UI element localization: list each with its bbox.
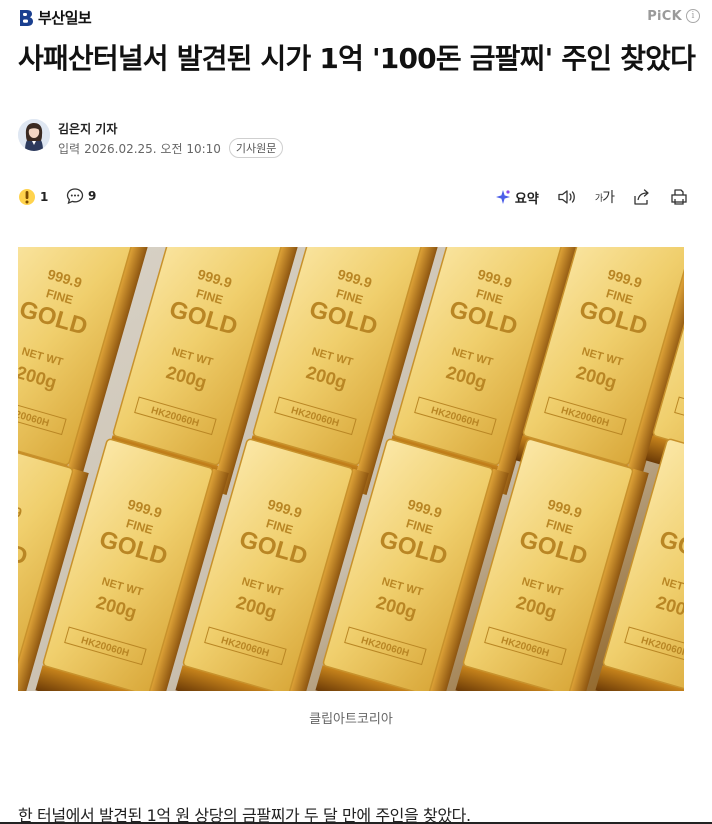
summary-button[interactable]: 요약 bbox=[495, 185, 539, 209]
article-tools: 요약 가가 bbox=[495, 185, 688, 209]
dateline: 입력 2026.02.25. 오전 10:10 기사원문 bbox=[58, 138, 284, 158]
reporter-name[interactable]: 김은지 기자 bbox=[58, 120, 117, 137]
speaker-icon bbox=[558, 190, 575, 204]
press-name: 부산일보 bbox=[38, 9, 92, 27]
comment-count: 9 bbox=[88, 189, 97, 203]
gold-bars-image: 999.9FINEGOLDNET WT200gHK20060H999.9FINE… bbox=[18, 247, 684, 691]
avatar-image bbox=[18, 119, 50, 151]
reaction-count: 1 bbox=[40, 190, 49, 204]
ai-summary-icon bbox=[495, 190, 510, 204]
share-button[interactable] bbox=[632, 185, 652, 209]
reaction-button[interactable]: 1 bbox=[18, 187, 48, 207]
print-button[interactable] bbox=[670, 185, 688, 209]
original-article-button[interactable]: 기사원문 bbox=[228, 138, 284, 158]
share-icon bbox=[634, 189, 649, 205]
comment-icon bbox=[66, 188, 84, 205]
article-title: 사패산터널서 발견된 시가 1억 '100돈 금팔찌' 주인 찾았다 bbox=[18, 42, 696, 75]
exclamation-reaction-icon bbox=[19, 189, 35, 205]
font-size-large-glyph: 가 bbox=[602, 190, 615, 206]
press-logo[interactable]: 부산일보 bbox=[18, 7, 92, 28]
gold-bar-group: 999.9FINEGOLDNET WT200gHK20060H999.9FINE… bbox=[18, 247, 684, 691]
comment-button[interactable]: 9 bbox=[66, 187, 96, 205]
info-icon[interactable]: i bbox=[686, 9, 700, 23]
font-size-small-glyph: 가 bbox=[594, 193, 603, 204]
press-logo-icon bbox=[20, 9, 33, 26]
pick-label[interactable]: PiCK bbox=[647, 9, 682, 24]
photo-caption: 클립아트코리아 bbox=[309, 712, 393, 727]
action-bar: 1 9 요약 가가 bbox=[18, 185, 688, 211]
article-photo[interactable]: 999.9 FINE GOLD NET WT 200g HK20060H 999.9 FINE… bbox=[18, 247, 684, 691]
summary-label: 요약 bbox=[514, 191, 539, 207]
date-label: 입력 bbox=[58, 141, 81, 156]
top-bar: 부산일보 PiCK i bbox=[0, 0, 712, 34]
font-size-button[interactable]: 가가 bbox=[594, 185, 615, 209]
tts-button[interactable] bbox=[557, 185, 577, 209]
reporter-avatar[interactable] bbox=[18, 119, 50, 151]
publish-date: 2026.02.25. 오전 10:10 bbox=[84, 141, 221, 156]
print-icon bbox=[671, 189, 687, 205]
article-lead: 한 터널에서 발견된 1억 원 상당의 금팔찌가 두 달 만에 주인을 찾았다. bbox=[18, 806, 471, 824]
